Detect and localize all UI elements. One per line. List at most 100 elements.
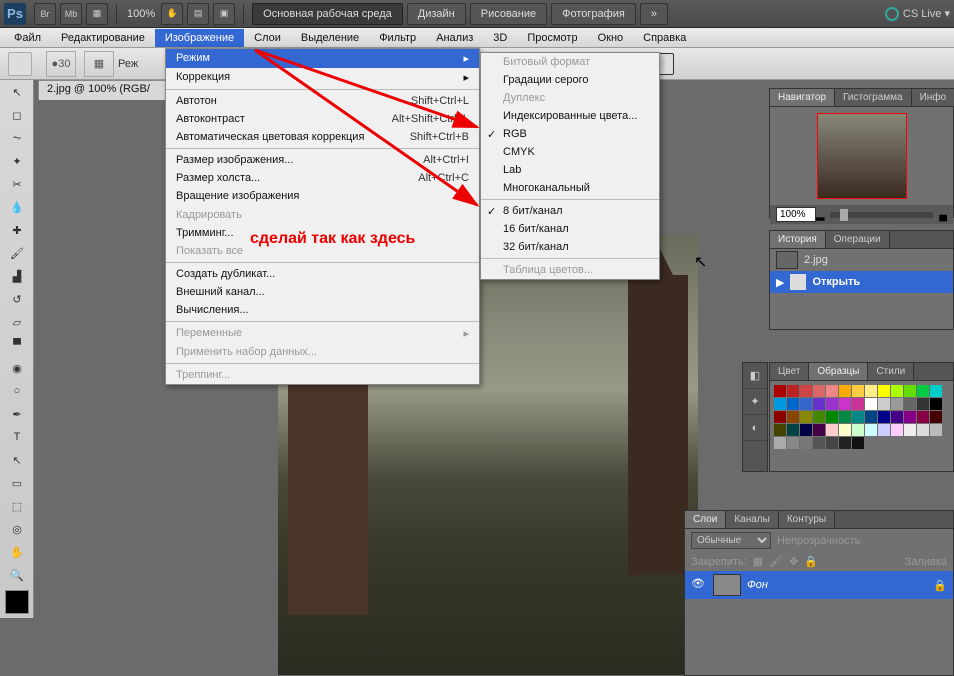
- submenu-item[interactable]: Многоканальный: [481, 179, 659, 197]
- menu-image[interactable]: Изображение: [155, 29, 244, 47]
- swatch[interactable]: [904, 411, 916, 423]
- menu-item[interactable]: Вращение изображения▸: [166, 187, 479, 206]
- current-tool-icon[interactable]: [8, 52, 32, 76]
- menu-help[interactable]: Справка: [633, 29, 696, 47]
- swatch[interactable]: [930, 385, 942, 397]
- view-extras-icon[interactable]: ▦: [86, 3, 108, 25]
- menu-item[interactable]: АвтотонShift+Ctrl+L: [166, 92, 479, 110]
- brush-preset[interactable]: ●30: [46, 51, 76, 77]
- swatch[interactable]: [813, 385, 825, 397]
- swatch[interactable]: [826, 398, 838, 410]
- menu-item[interactable]: Размер холста...Alt+Ctrl+C: [166, 169, 479, 187]
- screen-mode-icon[interactable]: ▣: [213, 3, 235, 25]
- history-brush-tool[interactable]: ↺: [3, 288, 31, 310]
- swatch[interactable]: [774, 398, 786, 410]
- swatch[interactable]: [878, 398, 890, 410]
- blur-tool[interactable]: ◉: [3, 357, 31, 379]
- tab-color[interactable]: Цвет: [770, 363, 809, 380]
- swatch[interactable]: [800, 424, 812, 436]
- lock-pixels-icon[interactable]: 🖌: [769, 555, 783, 568]
- menu-analysis[interactable]: Анализ: [426, 29, 483, 47]
- eraser-tool[interactable]: ▱: [3, 311, 31, 333]
- swatch[interactable]: [774, 437, 786, 449]
- swatch[interactable]: [787, 385, 799, 397]
- swatch[interactable]: [930, 424, 942, 436]
- swatch[interactable]: [917, 398, 929, 410]
- menu-item[interactable]: Коррекция▸: [166, 68, 479, 87]
- pen-tool[interactable]: ✒: [3, 403, 31, 425]
- eyedropper-tool[interactable]: 💧: [3, 196, 31, 218]
- swatch[interactable]: [800, 437, 812, 449]
- submenu-item[interactable]: ✓RGB: [481, 125, 659, 143]
- tab-histogram[interactable]: Гистограмма: [835, 89, 912, 106]
- text-tool[interactable]: T: [3, 426, 31, 448]
- dodge-tool[interactable]: ○: [3, 380, 31, 402]
- swatch[interactable]: [774, 411, 786, 423]
- tab-info[interactable]: Инфо: [912, 89, 954, 106]
- swatch[interactable]: [813, 411, 825, 423]
- swatch[interactable]: [865, 424, 877, 436]
- menu-3d[interactable]: 3D: [483, 29, 517, 47]
- swatch[interactable]: [878, 424, 890, 436]
- swatch[interactable]: [800, 385, 812, 397]
- masks-icon[interactable]: ◐: [743, 415, 767, 441]
- menu-select[interactable]: Выделение: [291, 29, 369, 47]
- tab-paths[interactable]: Контуры: [779, 511, 835, 528]
- tab-swatches[interactable]: Образцы: [809, 363, 868, 380]
- menu-item[interactable]: Внешний канал...: [166, 283, 479, 301]
- swatch[interactable]: [813, 437, 825, 449]
- swatch[interactable]: [917, 411, 929, 423]
- tab-styles[interactable]: Стили: [868, 363, 914, 380]
- zoom-slider[interactable]: [830, 212, 933, 218]
- swatch[interactable]: [839, 398, 851, 410]
- stamp-tool[interactable]: ▟: [3, 265, 31, 287]
- tab-navigator[interactable]: Навигатор: [770, 89, 835, 106]
- bridge-icon[interactable]: Br: [34, 3, 56, 25]
- menu-file[interactable]: Файл: [4, 29, 51, 47]
- menu-edit[interactable]: Редактирование: [51, 29, 155, 47]
- submenu-item[interactable]: Индексированные цвета...: [481, 107, 659, 125]
- path-select-tool[interactable]: ↖: [3, 449, 31, 471]
- swatch[interactable]: [891, 398, 903, 410]
- visibility-icon[interactable]: 👁: [691, 577, 707, 593]
- shape-tool[interactable]: ▭: [3, 472, 31, 494]
- swatch[interactable]: [800, 398, 812, 410]
- swatch[interactable]: [826, 437, 838, 449]
- swatch[interactable]: [839, 424, 851, 436]
- history-doc-row[interactable]: 2.jpg: [770, 249, 953, 271]
- 3d-tool[interactable]: ⬚: [3, 495, 31, 517]
- swatch[interactable]: [839, 411, 851, 423]
- swatch[interactable]: [852, 398, 864, 410]
- swatch[interactable]: [904, 385, 916, 397]
- swatch[interactable]: [865, 385, 877, 397]
- menu-layer[interactable]: Слои: [244, 29, 291, 47]
- swatch[interactable]: [917, 424, 929, 436]
- swatch[interactable]: [813, 424, 825, 436]
- menu-item[interactable]: Автоматическая цветовая коррекцияShift+C…: [166, 128, 479, 146]
- swatch[interactable]: [800, 411, 812, 423]
- menu-filter[interactable]: Фильтр: [369, 29, 426, 47]
- swatch[interactable]: [774, 385, 786, 397]
- wand-tool[interactable]: ✦: [3, 150, 31, 172]
- crop-tool[interactable]: ✂: [3, 173, 31, 195]
- lock-position-icon[interactable]: ✥: [789, 555, 798, 568]
- color-picker-icon[interactable]: ◧: [743, 363, 767, 389]
- swatch[interactable]: [826, 411, 838, 423]
- lasso-tool[interactable]: ⏦: [3, 127, 31, 149]
- menu-window[interactable]: Окно: [588, 29, 634, 47]
- swatch[interactable]: [787, 411, 799, 423]
- 3d-camera-tool[interactable]: ◎: [3, 518, 31, 540]
- workspace-photography[interactable]: Фотография: [551, 3, 636, 25]
- gradient-tool[interactable]: ▀: [3, 334, 31, 356]
- swatch[interactable]: [852, 411, 864, 423]
- swatch[interactable]: [930, 398, 942, 410]
- swatch[interactable]: [904, 424, 916, 436]
- adjustments-icon[interactable]: ✦: [743, 389, 767, 415]
- submenu-item[interactable]: Градации серого: [481, 71, 659, 89]
- swatch[interactable]: [787, 437, 799, 449]
- zoom-out-icon[interactable]: ▂: [816, 208, 824, 221]
- swatch[interactable]: [917, 385, 929, 397]
- menu-item[interactable]: АвтоконтрастAlt+Shift+Ctrl+L: [166, 110, 479, 128]
- swatch[interactable]: [826, 385, 838, 397]
- cslive-button[interactable]: CS Live ▾: [885, 7, 950, 21]
